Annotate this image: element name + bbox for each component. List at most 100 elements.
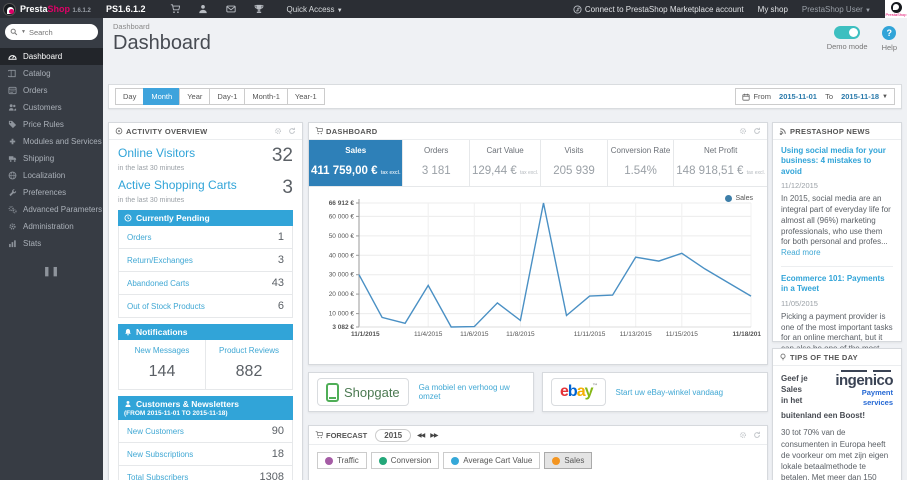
shopgate-logo[interactable]: Shopgate <box>317 378 409 406</box>
ebay-module-card: ebay™ Start uw eBay-winkel vandaag <box>542 372 768 412</box>
refresh-icon[interactable] <box>753 127 761 135</box>
active-carts-metric[interactable]: Active Shopping Carts 3 <box>118 178 293 197</box>
news-article-title[interactable]: Ecommerce 101: Payments in a Tweet <box>781 274 893 295</box>
messages-envelope-icon[interactable] <box>226 4 237 15</box>
sidebar-search[interactable]: ▼ <box>5 24 98 40</box>
kpi-conversion-rate-tab[interactable]: Conversion Rate 1.54% <box>608 140 675 186</box>
new-customers-row[interactable]: New Customers 90 <box>119 420 292 443</box>
tip-body-text: 30 tot 70% van de consumenten in Europa … <box>781 428 889 480</box>
read-more-link[interactable]: Read more <box>781 248 821 257</box>
page-title: Dashboard <box>113 32 211 54</box>
my-shop-link[interactable]: My shop <box>758 5 788 14</box>
user-avatar[interactable]: PrestaShop <box>885 0 907 18</box>
refresh-icon[interactable] <box>753 431 761 439</box>
filter-month-1-button[interactable]: Month-1 <box>244 88 287 105</box>
pending-returns-row[interactable]: Return/Exchanges 3 <box>119 249 292 272</box>
abandoned-carts-row[interactable]: Abandoned Carts 43 <box>119 272 292 295</box>
forecast-panel: FORECAST 2015 ◀◀ ▶▶ Traffic Conversion A… <box>308 425 768 480</box>
svg-text:11/8/2015: 11/8/2015 <box>506 331 535 338</box>
chevron-down-icon: ▼ <box>865 7 871 14</box>
filter-day-1-button[interactable]: Day-1 <box>209 88 245 105</box>
forecast-avg-cart-value-button[interactable]: Average Cart Value <box>443 452 541 469</box>
sidebar-item-preferences[interactable]: Preferences <box>0 184 103 201</box>
gear-icon[interactable] <box>739 127 747 135</box>
online-visitors-metric[interactable]: Online Visitors 32 <box>118 146 293 165</box>
news-article-title[interactable]: Using social media for your business: 4 … <box>781 146 893 177</box>
ebay-logo[interactable]: ebay™ <box>551 378 606 406</box>
ebay-link[interactable]: Start uw eBay-winkel vandaag <box>616 388 724 397</box>
calendar-icon <box>742 93 751 101</box>
new-messages-cell[interactable]: New Messages 144 <box>119 340 205 389</box>
marketplace-link[interactable]: Connect to PrestaShop Marketplace accoun… <box>573 5 744 14</box>
prestashop-logo[interactable]: PrestaShop 1.6.1.2 <box>0 2 100 16</box>
filter-day-button[interactable]: Day <box>115 88 144 105</box>
ingenico-logo[interactable]: ingenico Payment services <box>815 373 893 407</box>
orders-list-icon <box>8 86 17 95</box>
forecast-traffic-button[interactable]: Traffic <box>317 452 367 469</box>
pending-orders-row[interactable]: Orders 1 <box>119 226 292 249</box>
kpi-cart-value-tab[interactable]: Cart Value 129,44 € tax excl. <box>470 140 542 186</box>
prestashop-logo-icon <box>3 2 16 16</box>
shopgate-module-card: Shopgate Ga mobiel en verhoog uw omzet <box>308 372 534 412</box>
sidebar-item-modules[interactable]: Modules and Services <box>0 133 103 150</box>
sales-series-dot-icon <box>725 195 733 202</box>
forecast-sales-button[interactable]: Sales <box>544 452 593 469</box>
active-carts-subtext: in the last 30 minutes <box>118 197 185 204</box>
gear-icon[interactable] <box>274 127 282 135</box>
sidebar-item-price-rules[interactable]: Price Rules <box>0 116 103 133</box>
filter-year-button[interactable]: Year <box>179 88 210 105</box>
sidebar-item-catalog[interactable]: Catalog <box>0 65 103 82</box>
search-input[interactable] <box>28 27 87 37</box>
activity-overview-panel: ACTIVITY OVERVIEW Online Visitors 32 in … <box>108 122 303 480</box>
kpi-orders-tab[interactable]: Orders 3 181 <box>403 140 470 186</box>
dashboard-panel: DASHBOARD Sales 411 759,00 € tax excl. Or… <box>308 122 768 365</box>
activity-overview-title: ACTIVITY OVERVIEW <box>115 127 208 136</box>
sidebar-item-administration[interactable]: Administration <box>0 218 103 235</box>
sidebar-item-localization[interactable]: Localization <box>0 167 103 184</box>
sidebar-item-stats[interactable]: Stats <box>0 235 103 252</box>
svg-text:11/4/2015: 11/4/2015 <box>414 331 443 338</box>
sidebar-item-advanced-parameters[interactable]: Advanced Parameters <box>0 201 103 218</box>
shopgate-link[interactable]: Ga mobiel en verhoog uw omzet <box>419 383 525 401</box>
help-icon[interactable]: ? <box>882 26 897 40</box>
refresh-icon[interactable] <box>288 127 296 135</box>
chart-legend[interactable]: Sales <box>725 195 753 202</box>
forecast-year-badge[interactable]: 2015 <box>375 428 412 442</box>
breadcrumb[interactable]: Dashboard <box>113 22 150 31</box>
sidebar-collapse-button[interactable]: ❚❚ <box>42 266 62 277</box>
sidebar-item-orders[interactable]: Orders <box>0 82 103 99</box>
news-article-date: 11/12/2015 <box>781 181 818 191</box>
search-type-caret-icon[interactable]: ▼ <box>21 29 26 35</box>
kpi-visits-tab[interactable]: Visits 205 939 <box>541 140 608 186</box>
sidebar-item-customers[interactable]: Customers <box>0 99 103 116</box>
gear-icon <box>9 223 16 230</box>
forecast-back-button[interactable]: ◀◀ <box>417 432 425 439</box>
sidebar: ▼ Dashboard Catalog Orders Customers Pri… <box>0 18 103 480</box>
new-subscriptions-row[interactable]: New Subscriptions 18 <box>119 443 292 466</box>
demo-mode-toggle[interactable] <box>834 26 861 39</box>
notifications-header: Notifications <box>118 324 293 340</box>
customer-person-icon[interactable] <box>198 4 209 15</box>
filter-month-button[interactable]: Month <box>143 88 180 105</box>
cart-icon[interactable] <box>170 4 181 15</box>
trophy-icon[interactable] <box>254 4 265 15</box>
cogs-icon <box>8 206 17 214</box>
sidebar-item-dashboard[interactable]: Dashboard <box>0 48 103 65</box>
kpi-net-profit-tab[interactable]: Net Profit 148 918,51 € tax excl. <box>674 140 767 186</box>
shop-version-label: PS1.6.1.2 <box>106 4 146 14</box>
forecast-conversion-button[interactable]: Conversion <box>370 452 440 469</box>
cart-icon <box>315 127 323 135</box>
gear-icon[interactable] <box>739 431 747 439</box>
out-of-stock-row[interactable]: Out of Stock Products 6 <box>119 295 292 317</box>
sidebar-item-shipping[interactable]: Shipping <box>0 150 103 167</box>
forecast-forward-button[interactable]: ▶▶ <box>430 432 438 439</box>
demo-mode-label: Demo mode <box>826 42 868 51</box>
filter-year-1-button[interactable]: Year-1 <box>286 88 325 105</box>
date-range-picker[interactable]: From 2015-11-01 To 2015-11-18 ▼ <box>735 88 895 105</box>
kpi-sales-tab[interactable]: Sales 411 759,00 € tax excl. <box>309 140 404 186</box>
quick-access-menu[interactable]: Quick Access ▼ <box>287 5 343 14</box>
product-reviews-cell[interactable]: Product Reviews 882 <box>205 340 292 389</box>
user-menu[interactable]: PrestaShop User ▼ <box>802 5 871 14</box>
search-icon <box>10 28 18 36</box>
total-subscribers-row[interactable]: Total Subscribers 1308 <box>119 466 292 480</box>
